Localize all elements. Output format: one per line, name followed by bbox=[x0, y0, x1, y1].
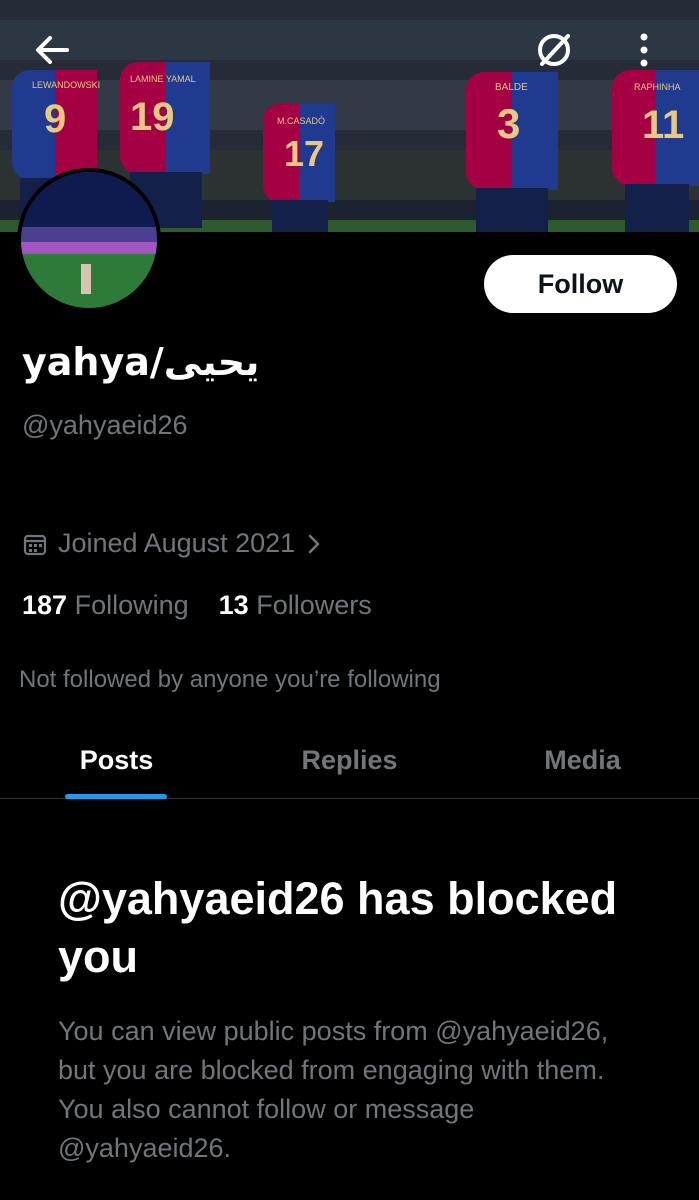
chevron-right-icon bbox=[308, 534, 320, 553]
follow-stats: 187 Following 13 Followers bbox=[22, 590, 372, 621]
banner-jersey-number: 11 bbox=[642, 103, 684, 147]
blocked-title: @yahyaeid26 has blocked you bbox=[58, 873, 618, 982]
banner-jersey-number: 9 bbox=[44, 97, 66, 141]
banner-jersey-name: RAPHINHA bbox=[634, 82, 681, 92]
banner-jersey-name: M.CASADÓ bbox=[277, 116, 325, 126]
banner-jersey-name: BALDE bbox=[495, 82, 528, 93]
no-entry-icon bbox=[538, 34, 570, 66]
mutual-followers-note: Not followed by anyone you’re following bbox=[19, 666, 441, 693]
follow-button[interactable]: Follow bbox=[484, 255, 677, 313]
user-handle: @yahyaeid26 bbox=[22, 410, 188, 440]
banner-jersey-name: LAMINE YAMAL bbox=[130, 74, 196, 84]
following-label: Following bbox=[74, 590, 189, 620]
banner-jersey-number: 19 bbox=[130, 95, 175, 139]
joined-date-row[interactable]: Joined August 2021 bbox=[22, 528, 323, 559]
banner-jersey-number: 3 bbox=[497, 100, 520, 147]
banner-jersey-name: LEWANDOWSKI bbox=[32, 80, 100, 90]
tab-posts[interactable]: Posts bbox=[0, 722, 233, 798]
more-vertical-icon bbox=[640, 33, 648, 67]
blocked-message: You can view public posts from @yahyaeid… bbox=[58, 1016, 609, 1163]
followers-count: 13 bbox=[218, 590, 249, 620]
avatar[interactable] bbox=[17, 168, 161, 312]
back-button[interactable] bbox=[26, 24, 78, 76]
profile-tabs: Posts Replies Media bbox=[0, 722, 699, 799]
more-options-button[interactable] bbox=[618, 24, 670, 76]
active-tab-indicator bbox=[65, 794, 167, 799]
followers-label: Followers bbox=[256, 590, 372, 620]
blocked-status-button[interactable] bbox=[528, 24, 580, 76]
following-count: 187 bbox=[22, 590, 68, 620]
joined-date-text: Joined August 2021 bbox=[58, 528, 296, 558]
tab-media[interactable]: Media bbox=[466, 722, 699, 798]
following-link[interactable]: 187 Following bbox=[22, 590, 189, 621]
calendar-icon bbox=[23, 534, 47, 555]
banner-jersey-number: 17 bbox=[284, 133, 324, 174]
tab-replies[interactable]: Replies bbox=[233, 722, 466, 798]
arrow-left-icon bbox=[36, 36, 69, 64]
avatar-image bbox=[21, 172, 157, 308]
display-name: yahya/يحيى bbox=[22, 340, 260, 384]
followers-link[interactable]: 13 Followers bbox=[219, 590, 372, 621]
